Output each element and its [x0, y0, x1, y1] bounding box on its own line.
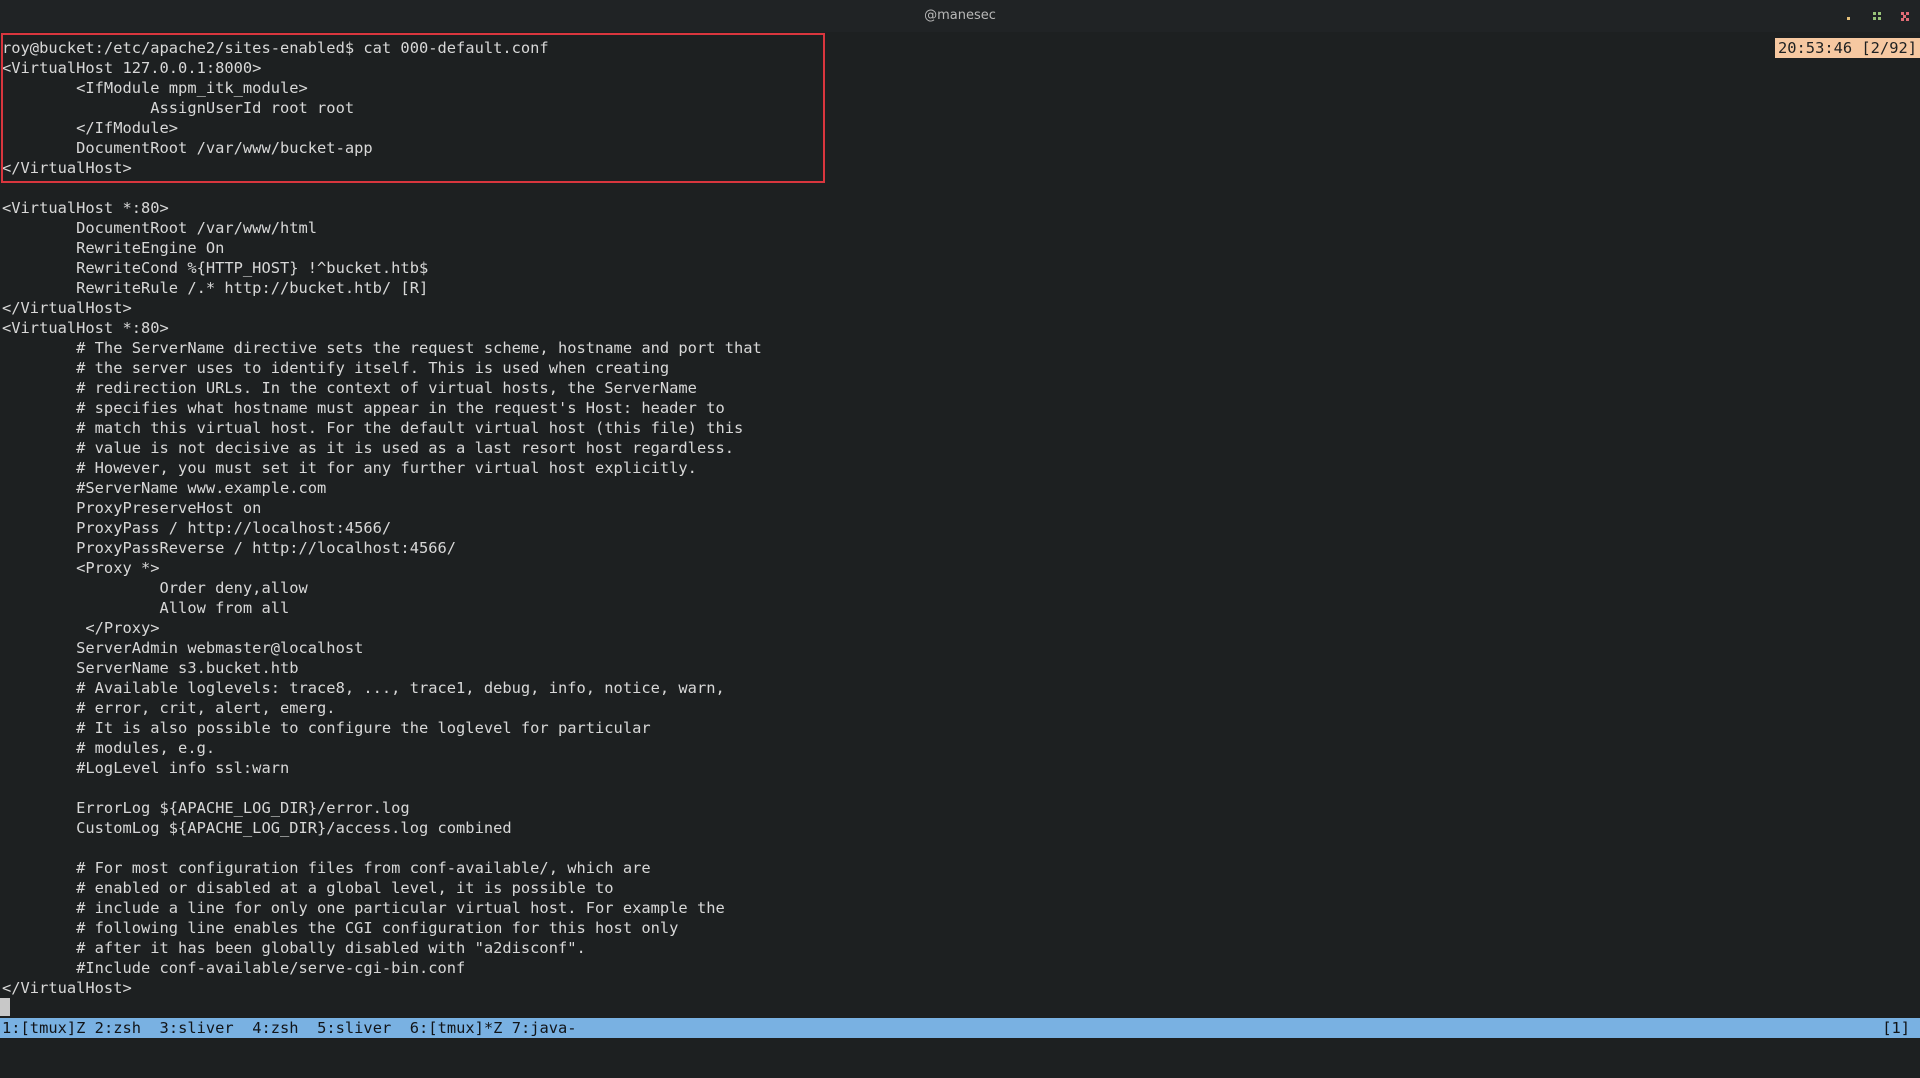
- terminal-line: <Proxy *>: [2, 559, 160, 577]
- tmux-window-tab[interactable]: 1:[tmux]Z: [2, 1018, 95, 1038]
- terminal-line: # However, you must set it for any furth…: [2, 459, 697, 477]
- terminal-line: ErrorLog ${APACHE_LOG_DIR}/error.log: [2, 799, 410, 817]
- terminal-line: </IfModule>: [2, 119, 179, 137]
- terminal-line: ProxyPassReverse / http://localhost:4566…: [2, 539, 457, 557]
- terminal-line: RewriteEngine On: [2, 239, 225, 257]
- terminal-line: # Available loglevels: trace8, ..., trac…: [2, 679, 725, 697]
- terminal-cursor: [0, 998, 10, 1016]
- terminal-line: RewriteRule /.* http://bucket.htb/ [R]: [2, 279, 429, 297]
- window-titlebar: @manesec: [0, 0, 1920, 32]
- terminal-line: ServerAdmin webmaster@localhost: [2, 639, 364, 657]
- tmux-window-tab[interactable]: 4:zsh: [252, 1018, 317, 1038]
- minimize-icon[interactable]: [1844, 11, 1854, 21]
- terminal-line: Order deny,allow: [2, 579, 308, 597]
- terminal-line: <VirtualHost *:80>: [2, 199, 169, 217]
- terminal-line: <VirtualHost *:80>: [2, 319, 169, 337]
- tmux-window-tab[interactable]: 6:[tmux]*Z: [410, 1018, 512, 1038]
- tmux-window-tab[interactable]: 7:java-: [512, 1018, 577, 1038]
- terminal-line: CustomLog ${APACHE_LOG_DIR}/access.log c…: [2, 819, 512, 837]
- terminal-line: # error, crit, alert, emerg.: [2, 699, 336, 717]
- terminal-line: DocumentRoot /var/www/html: [2, 219, 318, 237]
- terminal-line: # The ServerName directive sets the requ…: [2, 339, 762, 357]
- terminal-line: AssignUserId root root: [2, 99, 355, 117]
- terminal-line: </VirtualHost>: [2, 159, 132, 177]
- terminal-line: # following line enables the CGI configu…: [2, 919, 679, 937]
- terminal-line: <VirtualHost 127.0.0.1:8000>: [2, 59, 262, 77]
- terminal-line: # value is not decisive as it is used as…: [2, 439, 735, 457]
- terminal-line: ServerName s3.bucket.htb: [2, 659, 299, 677]
- terminal-line: # enabled or disabled at a global level,…: [2, 879, 614, 897]
- terminal-line: RewriteCond %{HTTP_HOST} !^bucket.htb$: [2, 259, 429, 277]
- terminal-line: roy@bucket:/etc/apache2/sites-enabled$ c…: [2, 39, 549, 57]
- terminal-line: # For most configuration files from conf…: [2, 859, 651, 877]
- terminal-line: # the server uses to identify itself. Th…: [2, 359, 670, 377]
- tmux-clock: 20:53:46 [2/92]: [1775, 38, 1920, 58]
- terminal-line: # It is also possible to configure the l…: [2, 719, 651, 737]
- tmux-window-tab[interactable]: 2:zsh: [95, 1018, 160, 1038]
- terminal-line: DocumentRoot /var/www/bucket-app: [2, 139, 373, 157]
- terminal-line: # specifies what hostname must appear in…: [2, 399, 725, 417]
- terminal-line: # include a line for only one particular…: [2, 899, 725, 917]
- tmux-status-bar: 1:[tmux]Z 2:zsh 3:sliver 4:zsh 5:sliver …: [0, 1018, 1920, 1038]
- tmux-window-tab[interactable]: 3:sliver: [160, 1018, 253, 1038]
- terminal-line: # redirection URLs. In the context of vi…: [2, 379, 697, 397]
- close-icon[interactable]: [1900, 11, 1910, 21]
- terminal-line: </VirtualHost>: [2, 979, 132, 997]
- terminal-line: ProxyPass / http://localhost:4566/: [2, 519, 392, 537]
- terminal-line: # after it has been globally disabled wi…: [2, 939, 586, 957]
- tmux-session-indicator: [1]: [1882, 1019, 1910, 1037]
- terminal-line: </VirtualHost>: [2, 299, 132, 317]
- window-title: @manesec: [924, 8, 996, 23]
- terminal-line: #Include conf-available/serve-cgi-bin.co…: [2, 959, 466, 977]
- terminal-output[interactable]: roy@bucket:/etc/apache2/sites-enabled$ c…: [0, 38, 1920, 1016]
- terminal-line: <IfModule mpm_itk_module>: [2, 79, 308, 97]
- terminal-line: # match this virtual host. For the defau…: [2, 419, 744, 437]
- terminal-line: Allow from all: [2, 599, 290, 617]
- terminal-line: </Proxy>: [2, 619, 160, 637]
- maximize-icon[interactable]: [1872, 11, 1882, 21]
- terminal-line: ProxyPreserveHost on: [2, 499, 262, 517]
- tmux-window-tab[interactable]: 5:sliver: [317, 1018, 410, 1038]
- tmux-window-list: 1:[tmux]Z 2:zsh 3:sliver 4:zsh 5:sliver …: [2, 1018, 577, 1038]
- window-controls: [1844, 0, 1910, 32]
- terminal-line: #ServerName www.example.com: [2, 479, 327, 497]
- terminal-line: #LogLevel info ssl:warn: [2, 759, 290, 777]
- terminal-line: # modules, e.g.: [2, 739, 216, 757]
